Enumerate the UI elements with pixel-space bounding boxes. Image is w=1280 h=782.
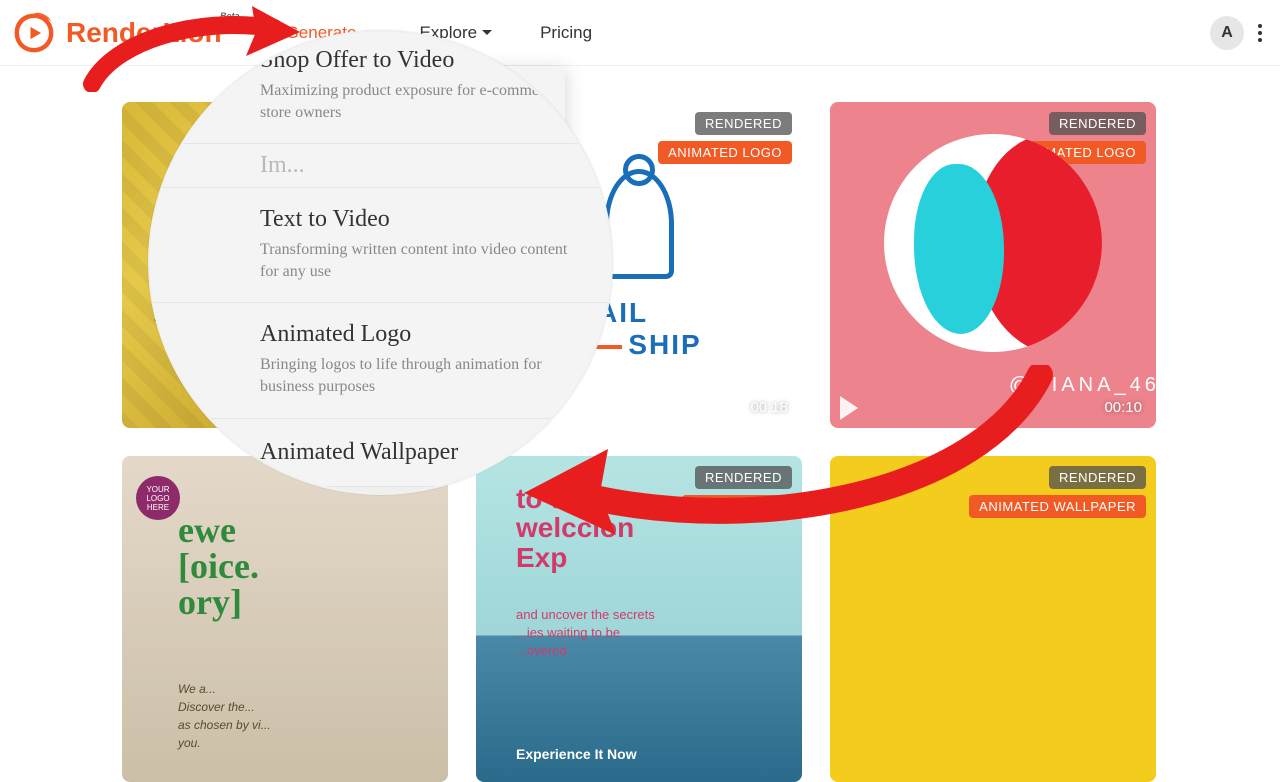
gallery-card[interactable]: YOUR LOGO HERE ewe [oice. ory] We a... D…	[122, 456, 448, 782]
logo-icon	[12, 11, 56, 55]
status-badge: RENDERED	[1049, 466, 1146, 489]
avatar[interactable]: A	[1210, 16, 1244, 50]
header-right: A	[1210, 16, 1268, 50]
menu-animated-logo-zoom[interactable]: Animated Logo Bringing logos to life thr…	[150, 303, 611, 418]
gallery-card[interactable]: RENDERED ANIMATED LOGO @DIANA_463 00:10	[830, 102, 1156, 428]
duration-label: 00:18	[750, 399, 788, 416]
duration-label: 00:10	[1104, 399, 1142, 416]
menu-shop-offer-zoom[interactable]: Shop Offer to Video Maximizing product e…	[150, 30, 611, 144]
kebab-menu-icon[interactable]	[1252, 18, 1268, 48]
status-badge: RENDERED	[1049, 112, 1146, 135]
play-icon	[840, 396, 858, 420]
menu-animated-wallpaper-zoom[interactable]: Animated Wallpaper	[150, 419, 611, 487]
anchor-icon	[604, 169, 674, 279]
gallery-card[interactable]: RENDERED VIDEO INTRO to the welcclon Exp…	[476, 456, 802, 782]
status-badge: RENDERED	[695, 112, 792, 135]
menu-text-to-video-zoom[interactable]: Text to Video Transforming written conte…	[150, 188, 611, 303]
status-badge: RENDERED	[695, 466, 792, 489]
type-badge: ANIMATED WALLPAPER	[969, 495, 1146, 518]
menu-image-zoom[interactable]: Im...	[150, 144, 611, 188]
type-badge: ANIMATED LOGO	[658, 141, 792, 164]
beta-label: Beta	[220, 11, 240, 21]
type-badge: VIDEO INTRO	[682, 495, 792, 518]
magnifier-overlay: Shop Offer to Video Maximizing product e…	[148, 30, 613, 495]
gallery-card[interactable]: RENDERED ANIMATED WALLPAPER	[830, 456, 1156, 782]
